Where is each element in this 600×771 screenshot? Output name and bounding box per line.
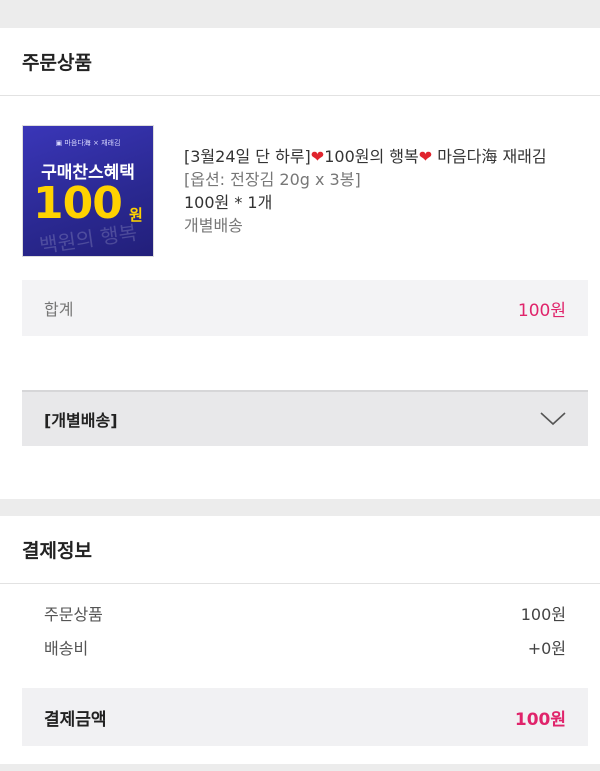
order-section-title: 주문상품 <box>0 28 600 96</box>
payment-row-value: 100원 <box>520 605 566 624</box>
sum-label: 합계 <box>44 300 74 319</box>
product-price-qty: 100원 * 1개 <box>184 193 273 212</box>
product-title-prefix: [3월24일 단 하루] <box>184 147 311 166</box>
chevron-down-icon[interactable] <box>540 412 566 426</box>
payment-row-products: 주문상품 100원 <box>22 596 588 630</box>
heart-icon: ❤ <box>418 147 433 166</box>
payment-row-shipping: 배송비 +0원 <box>22 630 588 664</box>
order-products-card: 주문상품 ▣ 마음다海 × 재래김 구매찬스혜택 100 원 백원의 행복 [3… <box>0 28 600 499</box>
payment-total-label: 결제금액 <box>44 709 107 730</box>
payment-row-label: 배송비 <box>44 639 89 658</box>
shipping-accordion-label: [개별배송] <box>44 411 118 430</box>
payment-section-title: 결제정보 <box>0 516 600 584</box>
thumb-brand: ▣ 마음다海 × 재래김 <box>55 139 121 147</box>
payment-info-card: 결제정보 주문상품 100원 배송비 +0원 결제금액 100원 <box>0 516 600 764</box>
product-item[interactable]: ▣ 마음다海 × 재래김 구매찬스혜택 100 원 백원의 행복 [3월24일 … <box>22 125 590 265</box>
payment-row-value: +0원 <box>527 639 566 658</box>
product-title-suffix: 마음다海 재래김 <box>432 147 547 166</box>
shipping-accordion[interactable]: [개별배송] <box>22 390 588 446</box>
sum-value: 100원 <box>517 300 566 321</box>
product-info: [3월24일 단 하루]❤100원의 행복❤ 마음다海 재래김 [옵션: 전장김… <box>184 145 590 237</box>
payment-total-row: 결제금액 100원 <box>22 688 588 746</box>
product-shipping-type: 개별배송 <box>184 216 243 235</box>
product-title-mid: 100원의 행복 <box>324 147 419 166</box>
payment-row-label: 주문상품 <box>44 605 103 624</box>
product-title[interactable]: [3월24일 단 하루]❤100원의 행복❤ 마음다海 재래김 <box>184 145 590 168</box>
sum-row: 합계 100원 <box>22 280 588 336</box>
product-option: [옵션: 전장김 20g x 3봉] <box>184 170 361 189</box>
payment-rows: 주문상품 100원 배송비 +0원 <box>22 596 588 664</box>
payment-total-value: 100원 <box>514 709 566 730</box>
heart-icon: ❤ <box>310 147 325 166</box>
product-thumbnail[interactable]: ▣ 마음다海 × 재래김 구매찬스혜택 100 원 백원의 행복 <box>22 125 154 257</box>
